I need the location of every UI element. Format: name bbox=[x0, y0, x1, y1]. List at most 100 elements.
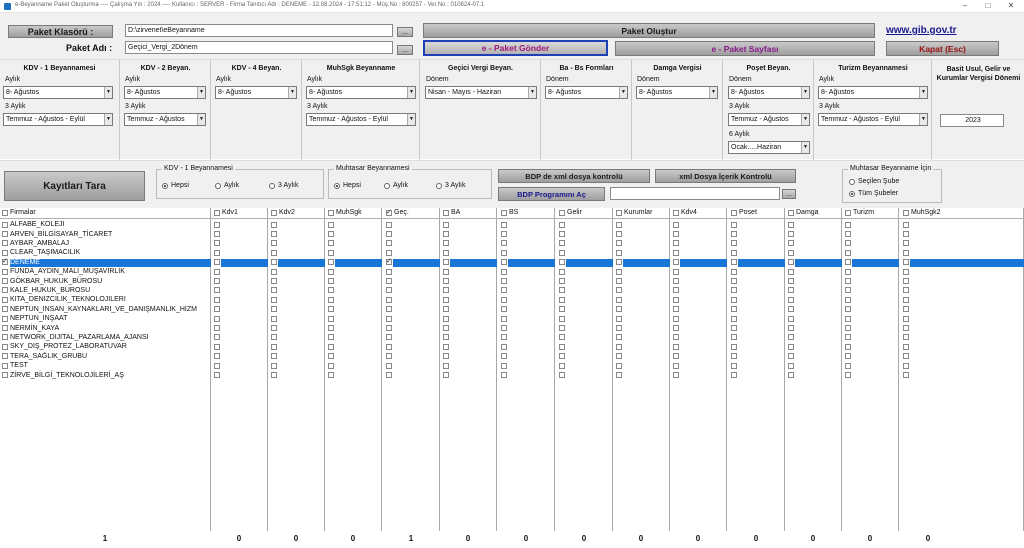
cell-checkbox[interactable] bbox=[271, 334, 277, 341]
basit-year-field[interactable]: 2023 bbox=[940, 114, 1004, 127]
cell-checkbox[interactable] bbox=[673, 268, 679, 275]
close-window-button[interactable]: ✕ bbox=[1001, 1, 1021, 11]
cell-checkbox[interactable] bbox=[271, 362, 277, 369]
cell-checkbox[interactable] bbox=[731, 343, 737, 350]
cell-checkbox[interactable] bbox=[271, 230, 277, 237]
cell-checkbox[interactable] bbox=[788, 371, 794, 378]
damga-donem-select[interactable]: 8- Ağustos ▼ bbox=[636, 86, 718, 99]
xml-icerik-kontrol-button[interactable]: xml Dosya İçerik Kontrolü bbox=[655, 169, 796, 183]
cell-checkbox[interactable] bbox=[214, 221, 220, 228]
cell-checkbox[interactable] bbox=[271, 353, 277, 360]
cell-checkbox[interactable] bbox=[845, 221, 851, 228]
kapat-button[interactable]: Kapat (Esc) bbox=[886, 41, 999, 56]
cell-checkbox[interactable] bbox=[788, 249, 794, 256]
checkbox-icon[interactable] bbox=[2, 296, 8, 303]
cell-checkbox[interactable] bbox=[731, 324, 737, 331]
checkbox-icon[interactable] bbox=[2, 240, 8, 247]
kdv1-hepsi-radio[interactable]: Hepsi bbox=[162, 182, 189, 189]
cell-checkbox[interactable] bbox=[214, 334, 220, 341]
cell-checkbox[interactable] bbox=[328, 315, 334, 322]
cell-checkbox[interactable] bbox=[788, 362, 794, 369]
cell-checkbox[interactable] bbox=[903, 362, 909, 369]
cell-checkbox[interactable] bbox=[271, 296, 277, 303]
cell-checkbox[interactable] bbox=[673, 306, 679, 313]
cell-checkbox[interactable] bbox=[673, 287, 679, 294]
checkbox-icon[interactable] bbox=[2, 249, 8, 256]
cell-checkbox[interactable] bbox=[903, 371, 909, 378]
cell-checkbox[interactable] bbox=[386, 334, 392, 341]
cell-checkbox[interactable] bbox=[386, 343, 392, 350]
cell-checkbox[interactable] bbox=[501, 343, 507, 350]
cell-checkbox[interactable] bbox=[845, 287, 851, 294]
e-paket-gonder-button[interactable]: e - Paket Gönder bbox=[423, 40, 608, 56]
kdv1-3aylik-select[interactable]: Temmuz - Ağustos - Eylül ▼ bbox=[3, 113, 113, 126]
cell-checkbox[interactable] bbox=[616, 371, 622, 378]
cell-checkbox[interactable] bbox=[731, 334, 737, 341]
column-header[interactable]: Kurumlar bbox=[616, 209, 652, 216]
cell-checkbox[interactable] bbox=[271, 221, 277, 228]
cell-checkbox[interactable] bbox=[903, 268, 909, 275]
cell-checkbox[interactable] bbox=[903, 277, 909, 284]
cell-checkbox[interactable] bbox=[845, 268, 851, 275]
cell-checkbox[interactable] bbox=[501, 296, 507, 303]
cell-checkbox[interactable] bbox=[443, 287, 449, 294]
cell-checkbox[interactable] bbox=[271, 371, 277, 378]
cell-checkbox[interactable] bbox=[214, 259, 220, 266]
cell-checkbox[interactable] bbox=[271, 306, 277, 313]
cell-checkbox[interactable] bbox=[616, 230, 622, 237]
cell-checkbox[interactable] bbox=[788, 343, 794, 350]
cell-checkbox[interactable] bbox=[501, 371, 507, 378]
cell-checkbox[interactable] bbox=[788, 230, 794, 237]
column-header[interactable]: Kdv2 bbox=[271, 209, 295, 216]
cell-checkbox[interactable] bbox=[271, 268, 277, 275]
cell-checkbox[interactable] bbox=[903, 324, 909, 331]
column-header[interactable]: BA bbox=[443, 209, 460, 216]
cell-checkbox[interactable] bbox=[845, 315, 851, 322]
cell-checkbox[interactable] bbox=[903, 343, 909, 350]
muhtasar-aylik-radio[interactable]: Aylık bbox=[384, 182, 408, 189]
cell-checkbox[interactable] bbox=[731, 306, 737, 313]
checkbox-icon[interactable] bbox=[2, 221, 8, 228]
checkbox-icon[interactable] bbox=[2, 353, 8, 360]
cell-checkbox[interactable] bbox=[386, 353, 392, 360]
gib-link[interactable]: www.gib.gov.tr bbox=[886, 25, 957, 36]
paket-klasoru-field[interactable]: D:\zirvenet\eBeyanname bbox=[125, 24, 393, 37]
cell-checkbox[interactable] bbox=[903, 296, 909, 303]
cell-checkbox[interactable] bbox=[271, 249, 277, 256]
cell-checkbox[interactable] bbox=[845, 240, 851, 247]
firm-row[interactable]: TEST bbox=[2, 361, 210, 370]
cell-checkbox[interactable] bbox=[788, 277, 794, 284]
checkbox-icon[interactable] bbox=[2, 268, 8, 275]
cell-checkbox[interactable] bbox=[903, 259, 909, 266]
cell-checkbox[interactable] bbox=[328, 221, 334, 228]
cell-checkbox[interactable] bbox=[214, 240, 220, 247]
checkbox-icon[interactable] bbox=[2, 325, 8, 332]
cell-checkbox[interactable] bbox=[443, 221, 449, 228]
bdp-path-field[interactable] bbox=[610, 187, 780, 200]
cell-checkbox[interactable] bbox=[328, 334, 334, 341]
secilen-sube-radio[interactable]: Seçilen Şube bbox=[849, 178, 899, 185]
cell-checkbox[interactable] bbox=[386, 296, 392, 303]
cell-checkbox[interactable] bbox=[616, 315, 622, 322]
cell-checkbox[interactable] bbox=[214, 306, 220, 313]
cell-checkbox[interactable] bbox=[501, 268, 507, 275]
cell-checkbox[interactable] bbox=[731, 277, 737, 284]
cell-checkbox[interactable] bbox=[845, 371, 851, 378]
cell-checkbox[interactable] bbox=[788, 221, 794, 228]
firm-row[interactable]: KALE_HUKUK_BÜROSU bbox=[2, 286, 210, 295]
cell-checkbox[interactable] bbox=[386, 306, 392, 313]
cell-checkbox[interactable] bbox=[386, 315, 392, 322]
firm-row[interactable]: NEPTÜN_İNSAN_KAYNAKLARI_VE_DANIŞMANLIK_H… bbox=[2, 305, 210, 314]
cell-checkbox[interactable] bbox=[616, 353, 622, 360]
firm-row[interactable]: AYBAR_AMBALAJ bbox=[2, 239, 210, 248]
cell-checkbox[interactable] bbox=[559, 277, 565, 284]
cell-checkbox[interactable] bbox=[271, 324, 277, 331]
cell-checkbox[interactable] bbox=[616, 268, 622, 275]
cell-checkbox[interactable] bbox=[271, 287, 277, 294]
firm-row[interactable]: GÖKBAR_HUKUK_BÜROSU bbox=[2, 276, 210, 285]
cell-checkbox[interactable] bbox=[673, 362, 679, 369]
checkbox-icon[interactable] bbox=[2, 231, 8, 238]
poset-3aylik-select[interactable]: Temmuz - Ağustos ▼ bbox=[728, 113, 810, 126]
checkbox-icon[interactable] bbox=[2, 315, 8, 322]
muhtasar-hepsi-radio[interactable]: Hepsi bbox=[334, 182, 361, 189]
